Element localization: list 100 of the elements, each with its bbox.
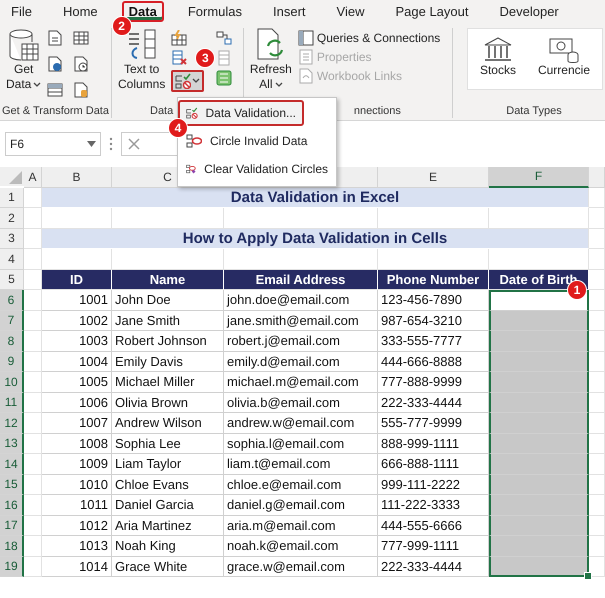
document-icon[interactable]: [47, 30, 64, 46]
row-header[interactable]: 18: [0, 536, 24, 556]
row-header[interactable]: 14: [0, 454, 24, 474]
grid-cell[interactable]: [589, 208, 605, 228]
grid-cell[interactable]: [24, 434, 42, 454]
grid-cell[interactable]: [24, 331, 42, 352]
ribbon-tab[interactable]: Home: [56, 0, 105, 22]
table-cell[interactable]: [489, 516, 589, 536]
grid-cell[interactable]: [24, 474, 42, 495]
ribbon-tab[interactable]: View: [330, 0, 372, 22]
grid-cell[interactable]: [589, 454, 605, 474]
table-cell[interactable]: [489, 454, 589, 474]
row-header[interactable]: 10: [0, 372, 24, 392]
table-cell[interactable]: [489, 536, 589, 556]
table-cell[interactable]: [489, 372, 589, 392]
remove-duplicates-icon[interactable]: [171, 50, 188, 66]
table-cell[interactable]: [489, 556, 589, 577]
row-header[interactable]: 5: [0, 270, 24, 290]
grid-cell[interactable]: [589, 413, 605, 434]
grid-cell[interactable]: [24, 495, 42, 516]
grid-cell[interactable]: [589, 352, 605, 372]
grid-cell[interactable]: [24, 310, 42, 331]
grid-cell[interactable]: [589, 434, 605, 454]
grid-cell[interactable]: [24, 556, 42, 577]
row-header[interactable]: 3: [0, 228, 24, 249]
grid-cell[interactable]: [24, 372, 42, 392]
grid-cell[interactable]: [589, 474, 605, 495]
clock-document-icon[interactable]: [73, 56, 90, 72]
column-header[interactable]: F: [489, 167, 589, 188]
grid-cell[interactable]: [24, 413, 42, 434]
grid-cell[interactable]: [24, 290, 42, 310]
row-header[interactable]: 16: [0, 495, 24, 516]
table-cell[interactable]: [489, 392, 589, 413]
row-header[interactable]: 9: [0, 352, 24, 372]
row-header[interactable]: 6: [0, 290, 24, 310]
data-type-button[interactable]: Stocks: [478, 35, 518, 89]
row-header[interactable]: 13: [0, 434, 24, 454]
ribbon-tab[interactable]: Page Layout: [388, 0, 476, 22]
row-header[interactable]: 17: [0, 516, 24, 536]
table-cell[interactable]: [489, 352, 589, 372]
select-all-icon[interactable]: [0, 167, 24, 186]
grid-cell[interactable]: [589, 290, 605, 310]
table-icon[interactable]: [73, 30, 90, 46]
grid-cell[interactable]: [589, 310, 605, 331]
ribbon-tab[interactable]: File: [4, 0, 39, 22]
grid-cell[interactable]: [589, 331, 605, 352]
table-cell[interactable]: [489, 310, 589, 331]
column-header[interactable]: A: [24, 167, 42, 188]
ribbon-tab[interactable]: Developer: [492, 0, 566, 22]
row-header[interactable]: 12: [0, 413, 24, 434]
ribbon-command[interactable]: Queries & Connections: [298, 30, 440, 46]
row-header[interactable]: 1: [0, 188, 24, 208]
ribbon-tab[interactable]: Data: [122, 0, 164, 22]
grid-cell[interactable]: [24, 208, 42, 228]
get-data-button[interactable]: Get Data: [4, 28, 44, 104]
data-type-button[interactable]: Currencie: [536, 35, 592, 89]
grid-cell[interactable]: [589, 536, 605, 556]
grid-cell[interactable]: [589, 270, 605, 290]
grid-cell[interactable]: [589, 249, 605, 270]
data-validation-button[interactable]: [171, 70, 204, 92]
grid-cell[interactable]: [24, 352, 42, 372]
grid-cell[interactable]: [589, 188, 605, 208]
table-cell[interactable]: [489, 331, 589, 352]
table-cell[interactable]: [489, 495, 589, 516]
fill-handle[interactable]: [584, 572, 592, 580]
table-cell[interactable]: [489, 474, 589, 495]
flash-fill-icon[interactable]: [171, 30, 188, 46]
grid-cell[interactable]: [589, 516, 605, 536]
dropdown-arrow-icon[interactable]: [87, 141, 96, 147]
column-header[interactable]: B: [42, 167, 112, 188]
row-header[interactable]: 11: [0, 392, 24, 413]
table-icon[interactable]: [47, 82, 64, 98]
row-header[interactable]: 4: [0, 249, 24, 270]
ribbon-tab[interactable]: Insert: [266, 0, 313, 22]
row-header[interactable]: 15: [0, 474, 24, 495]
grid-cell[interactable]: [589, 372, 605, 392]
grid-cell[interactable]: [24, 454, 42, 474]
row-header[interactable]: 19: [0, 556, 24, 577]
menu-item[interactable]: Clear Validation Circles: [178, 156, 336, 182]
grid-cell[interactable]: [24, 516, 42, 536]
grid-cell[interactable]: [24, 249, 42, 270]
grid-cell[interactable]: [589, 556, 605, 577]
table-cell[interactable]: [489, 413, 589, 434]
row-header[interactable]: 8: [0, 331, 24, 352]
ribbon-tab[interactable]: Formulas: [180, 0, 250, 22]
name-box[interactable]: F6: [5, 132, 101, 156]
grid-cell[interactable]: [24, 392, 42, 413]
grid-cell[interactable]: [589, 228, 605, 249]
column-header[interactable]: [589, 167, 605, 188]
database-document-icon[interactable]: [73, 82, 90, 98]
grid-cell[interactable]: [589, 392, 605, 413]
grid-cell[interactable]: [589, 495, 605, 516]
relationships-icon[interactable]: [216, 30, 232, 46]
table-cell[interactable]: [489, 434, 589, 454]
row-header[interactable]: 2: [0, 208, 24, 228]
globe-document-icon[interactable]: [47, 56, 64, 72]
column-header[interactable]: E: [378, 167, 489, 188]
cancel-icon[interactable]: [128, 138, 140, 150]
grid-cell[interactable]: [24, 536, 42, 556]
row-header[interactable]: 7: [0, 310, 24, 331]
